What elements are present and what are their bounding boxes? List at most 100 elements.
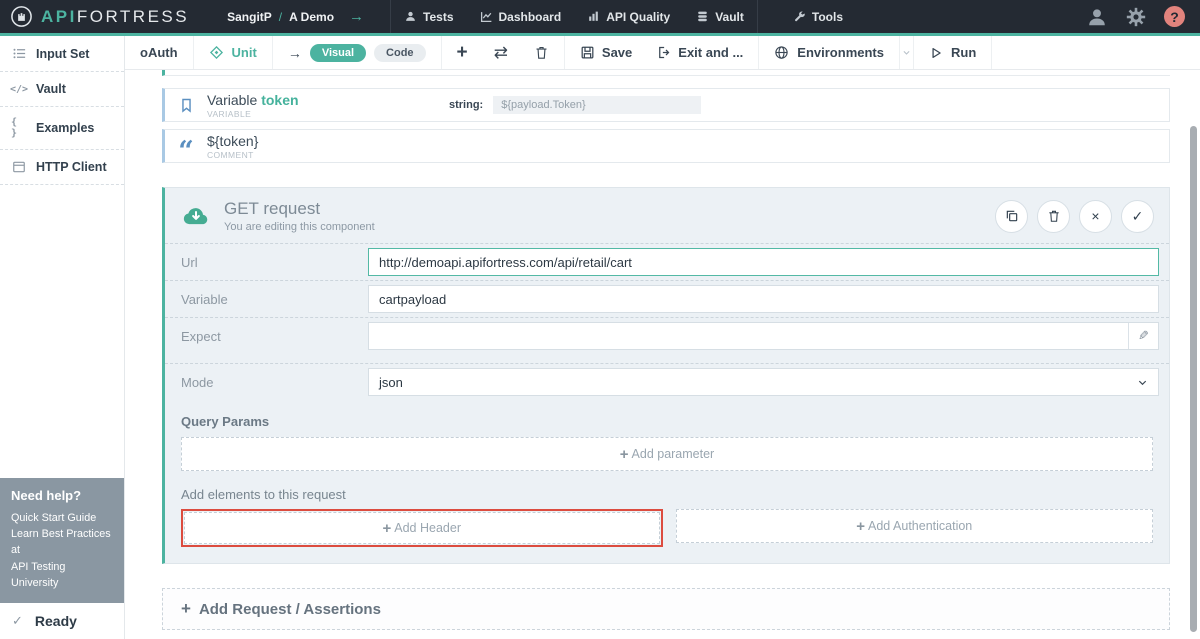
- breadcrumb-workspace[interactable]: SangitP: [227, 10, 272, 24]
- visual-view-button[interactable]: Visual: [310, 44, 366, 62]
- nav-api-quality[interactable]: API Quality: [574, 0, 683, 33]
- expect-field-label: Expect: [181, 329, 368, 344]
- save-icon: [580, 45, 595, 60]
- expect-edit-button[interactable]: ✎: [1128, 323, 1158, 349]
- tab-oauth[interactable]: oAuth: [125, 36, 194, 69]
- play-icon: [929, 46, 943, 60]
- plus-icon: +: [383, 520, 392, 537]
- sidebar-item-label: HTTP Client: [36, 160, 107, 174]
- editor-action-buttons: × ✓: [995, 200, 1154, 233]
- header-right-icons: ?: [1086, 6, 1200, 28]
- plus-icon: +: [620, 446, 629, 463]
- add-component-button[interactable]: +: [457, 43, 468, 62]
- variable-value[interactable]: ${payload.Token}: [493, 96, 701, 114]
- component-title: Variable token: [207, 92, 449, 108]
- trash-icon: [1047, 209, 1061, 223]
- breadcrumb[interactable]: SangitP / A Demo →: [227, 8, 364, 25]
- header-divider: [757, 0, 758, 33]
- sidebar-item-label: Examples: [36, 121, 94, 135]
- delete-component-button[interactable]: [534, 45, 549, 60]
- variable-field-label: Variable: [181, 292, 368, 307]
- component-type-label: VARIABLE: [207, 109, 449, 119]
- help-link-best-practices[interactable]: Learn Best Practices at: [11, 526, 113, 558]
- cancel-edit-button[interactable]: ×: [1079, 200, 1112, 233]
- duplicate-button[interactable]: [995, 200, 1028, 233]
- variable-type-label: string:: [449, 99, 483, 111]
- need-help-panel: Need help? Quick Start Guide Learn Best …: [0, 478, 124, 603]
- left-sidebar: Input Set </> Vault { } Examples HTTP Cl…: [0, 36, 125, 639]
- expect-field-row: Expect ✎: [165, 317, 1169, 354]
- tab-unit[interactable]: Unit: [194, 36, 273, 69]
- breadcrumb-separator: /: [279, 10, 282, 24]
- add-elements-buttons: + Add Header + Add Authentication: [181, 509, 1153, 547]
- sidebar-item-input-set[interactable]: Input Set: [0, 36, 124, 72]
- expect-input[interactable]: [369, 323, 1128, 349]
- bar-chart-icon: [587, 10, 600, 23]
- breadcrumb-arrow-icon: →: [349, 8, 364, 25]
- nav-vault[interactable]: Vault: [683, 0, 757, 33]
- run-button[interactable]: Run: [914, 36, 992, 69]
- status-bar: ✓ Ready: [0, 603, 124, 639]
- fortress-logo-icon: [10, 5, 33, 28]
- settings-gear-icon[interactable]: [1125, 6, 1147, 28]
- mode-select[interactable]: json: [368, 368, 1159, 396]
- composer-toolbar: oAuth Unit → Visual Code + ⇄: [125, 36, 1200, 70]
- line-chart-icon: [480, 10, 493, 23]
- component-variable-text: Variable token VARIABLE: [207, 92, 449, 119]
- sidebar-item-examples[interactable]: { } Examples: [0, 107, 124, 150]
- component-variable[interactable]: Variable token VARIABLE string: ${payloa…: [162, 88, 1170, 122]
- apifortress-logo[interactable]: APIFORTRESS: [0, 5, 189, 28]
- add-elements-label: Add elements to this request: [165, 471, 1169, 509]
- person-icon: [404, 10, 417, 23]
- nav-tools[interactable]: Tools: [780, 0, 856, 33]
- top-navigation-bar: APIFORTRESS SangitP / A Demo → Tests Das…: [0, 0, 1200, 36]
- nav-tests[interactable]: Tests: [391, 0, 466, 33]
- variable-field-row: Variable: [165, 280, 1169, 317]
- sidebar-item-http-client[interactable]: HTTP Client: [0, 150, 124, 185]
- quote-icon: “: [165, 147, 207, 157]
- sidebar-spacer: [0, 185, 124, 478]
- reorder-components-button[interactable]: ⇄: [494, 44, 508, 61]
- environments-button[interactable]: Environments: [759, 36, 900, 69]
- environments-dropdown-toggle[interactable]: [900, 36, 914, 69]
- nav-dashboard[interactable]: Dashboard: [467, 0, 575, 33]
- braces-icon: { }: [11, 117, 27, 139]
- query-params-label: Query Params: [165, 400, 1169, 437]
- variable-input[interactable]: [368, 285, 1159, 313]
- mode-field-row: Mode json: [165, 363, 1169, 400]
- add-parameter-button[interactable]: + Add parameter: [181, 437, 1153, 471]
- trash-icon: [534, 45, 549, 60]
- code-view-button[interactable]: Code: [374, 44, 426, 62]
- exit-and-save-button[interactable]: Exit and ...: [656, 45, 743, 60]
- brand-text: APIFORTRESS: [41, 7, 189, 27]
- save-button[interactable]: Save: [580, 45, 632, 60]
- sidebar-item-label: Vault: [36, 82, 66, 96]
- vertical-scrollbar[interactable]: [1190, 126, 1197, 632]
- main-column: oAuth Unit → Visual Code + ⇄: [125, 36, 1200, 639]
- check-icon: ✓: [12, 613, 23, 629]
- database-icon: [696, 10, 709, 23]
- arrow-right-icon: →: [288, 45, 302, 61]
- bookmark-icon: [165, 97, 207, 114]
- help-link-university[interactable]: API Testing University: [11, 559, 113, 591]
- component-type-label: COMMENT: [207, 150, 449, 160]
- delete-button[interactable]: [1037, 200, 1070, 233]
- sidebar-item-vault[interactable]: </> Vault: [0, 72, 124, 107]
- url-field-row: Url: [165, 243, 1169, 280]
- user-avatar-icon[interactable]: [1086, 6, 1108, 28]
- add-header-button[interactable]: + Add Header: [184, 512, 660, 544]
- component-comment[interactable]: “ ${token} COMMENT: [162, 129, 1170, 163]
- chevron-down-icon: [902, 48, 911, 57]
- exit-icon: [656, 45, 671, 60]
- help-button[interactable]: ?: [1164, 6, 1185, 27]
- add-request-assertions-button[interactable]: + Add Request / Assertions: [162, 588, 1170, 630]
- url-input[interactable]: [368, 248, 1159, 276]
- confirm-edit-button[interactable]: ✓: [1121, 200, 1154, 233]
- wrench-icon: [793, 10, 806, 23]
- help-link-quick-start[interactable]: Quick Start Guide: [11, 510, 113, 526]
- add-authentication-button[interactable]: + Add Authentication: [676, 509, 1154, 543]
- copy-icon: [1005, 209, 1019, 223]
- status-text: Ready: [35, 613, 77, 629]
- variable-assignment: string: ${payload.Token}: [449, 96, 701, 114]
- breadcrumb-project[interactable]: A Demo: [289, 10, 334, 24]
